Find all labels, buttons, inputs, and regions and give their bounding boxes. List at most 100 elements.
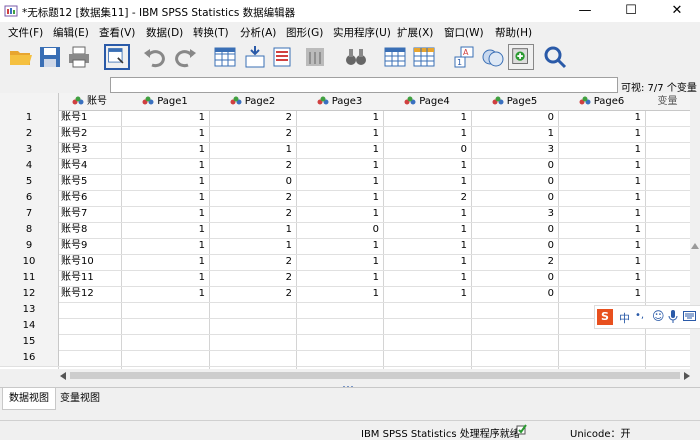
table-cell[interactable] bbox=[383, 334, 471, 350]
table-cell[interactable]: 0 bbox=[471, 158, 558, 174]
table-cell[interactable]: 1 bbox=[383, 174, 471, 190]
table-cell[interactable]: 1 bbox=[558, 190, 645, 206]
table-cell[interactable] bbox=[296, 334, 383, 350]
table-cell[interactable]: 1 bbox=[121, 190, 209, 206]
table-cell[interactable]: 1 bbox=[383, 110, 471, 126]
table-cell[interactable]: 1 bbox=[558, 270, 645, 286]
table-cell[interactable]: 0 bbox=[383, 142, 471, 158]
table-cell[interactable] bbox=[558, 350, 645, 366]
row-number[interactable]: 16 bbox=[0, 350, 59, 366]
table-cell[interactable]: 0 bbox=[471, 222, 558, 238]
table-cell[interactable]: 1 bbox=[121, 206, 209, 222]
table-cell[interactable] bbox=[58, 302, 121, 318]
menu-extensions[interactable]: 扩展(X) bbox=[397, 25, 433, 40]
close-button[interactable]: ✕ bbox=[654, 0, 700, 22]
table-cell[interactable] bbox=[471, 350, 558, 366]
table-cell[interactable] bbox=[296, 302, 383, 318]
table-cell[interactable]: 1 bbox=[383, 206, 471, 222]
table-cell[interactable]: 2 bbox=[471, 254, 558, 270]
print-icon[interactable] bbox=[66, 44, 92, 70]
table-cell[interactable] bbox=[209, 350, 296, 366]
row-number[interactable]: 8 bbox=[0, 222, 59, 238]
table-cell[interactable] bbox=[209, 334, 296, 350]
table-cell[interactable]: 1 bbox=[296, 142, 383, 158]
maximize-button[interactable]: ☐ bbox=[608, 0, 654, 22]
insert-cases-icon[interactable] bbox=[382, 44, 408, 70]
ime-keyboard-icon[interactable] bbox=[683, 311, 696, 321]
column-header-page4[interactable]: Page4 bbox=[383, 93, 471, 110]
table-cell[interactable]: 账号11 bbox=[58, 270, 121, 286]
table-cell[interactable]: 1 bbox=[121, 110, 209, 126]
table-cell[interactable]: 账号1 bbox=[58, 110, 121, 126]
table-cell[interactable]: 1 bbox=[121, 158, 209, 174]
row-number[interactable]: 1 bbox=[0, 110, 59, 126]
table-cell[interactable]: 1 bbox=[296, 126, 383, 142]
table-cell[interactable]: 1 bbox=[296, 158, 383, 174]
column-header-page3[interactable]: Page3 bbox=[296, 93, 383, 110]
table-cell[interactable] bbox=[209, 318, 296, 334]
row-number[interactable]: 13 bbox=[0, 302, 59, 318]
table-cell[interactable] bbox=[383, 302, 471, 318]
value-labels-icon[interactable]: A1 bbox=[452, 44, 478, 70]
table-cell[interactable]: 1 bbox=[296, 254, 383, 270]
table-cell[interactable] bbox=[471, 318, 558, 334]
table-cell[interactable]: 账号5 bbox=[58, 174, 121, 190]
row-number[interactable]: 10 bbox=[0, 254, 59, 270]
menu-transform[interactable]: 转换(T) bbox=[193, 25, 229, 40]
table-cell[interactable]: 1 bbox=[121, 222, 209, 238]
table-cell[interactable]: 账号8 bbox=[58, 222, 121, 238]
table-cell[interactable]: 1 bbox=[558, 174, 645, 190]
search-icon[interactable] bbox=[542, 44, 568, 70]
table-cell[interactable]: 2 bbox=[209, 270, 296, 286]
scroll-thumb[interactable] bbox=[70, 372, 680, 379]
scroll-left-icon[interactable] bbox=[60, 372, 66, 380]
table-cell[interactable]: 账号10 bbox=[58, 254, 121, 270]
table-cell[interactable]: 1 bbox=[121, 254, 209, 270]
horizontal-scrollbar[interactable] bbox=[0, 369, 700, 383]
tab-data-view[interactable]: 数据视图 bbox=[2, 388, 56, 410]
table-cell[interactable]: 0 bbox=[471, 270, 558, 286]
table-cell[interactable] bbox=[121, 302, 209, 318]
table-cell[interactable]: 0 bbox=[296, 222, 383, 238]
column-header-var[interactable]: 变量 bbox=[645, 93, 690, 110]
table-cell[interactable]: 1 bbox=[296, 174, 383, 190]
cell-value-input[interactable] bbox=[110, 77, 618, 93]
table-cell[interactable]: 账号2 bbox=[58, 126, 121, 142]
menu-analyze[interactable]: 分析(A) bbox=[240, 25, 276, 40]
row-number[interactable]: 11 bbox=[0, 270, 59, 286]
insert-variable-icon[interactable] bbox=[411, 44, 437, 70]
table-cell[interactable]: 1 bbox=[209, 222, 296, 238]
table-cell[interactable]: 1 bbox=[383, 286, 471, 302]
column-header-page2[interactable]: Page2 bbox=[209, 93, 296, 110]
menu-data[interactable]: 数据(D) bbox=[146, 25, 183, 40]
table-cell[interactable]: 账号9 bbox=[58, 238, 121, 254]
table-cell[interactable]: 1 bbox=[558, 222, 645, 238]
row-number[interactable]: 4 bbox=[0, 158, 59, 174]
table-cell[interactable]: 账号12 bbox=[58, 286, 121, 302]
scroll-right-icon[interactable] bbox=[684, 372, 690, 380]
table-cell[interactable]: 1 bbox=[121, 286, 209, 302]
table-cell[interactable] bbox=[471, 302, 558, 318]
row-number[interactable]: 12 bbox=[0, 286, 59, 302]
row-number[interactable]: 2 bbox=[0, 126, 59, 142]
table-cell[interactable]: 1 bbox=[296, 286, 383, 302]
table-cell[interactable] bbox=[383, 350, 471, 366]
table-cell[interactable]: 2 bbox=[209, 190, 296, 206]
table-cell[interactable]: 账号4 bbox=[58, 158, 121, 174]
table-cell[interactable]: 0 bbox=[471, 190, 558, 206]
table-cell[interactable] bbox=[471, 334, 558, 350]
table-cell[interactable]: 1 bbox=[296, 206, 383, 222]
minimize-button[interactable]: — bbox=[562, 0, 608, 22]
goto-variable-icon[interactable] bbox=[242, 44, 268, 70]
table-cell[interactable]: 1 bbox=[209, 238, 296, 254]
table-cell[interactable]: 账号3 bbox=[58, 142, 121, 158]
table-cell[interactable] bbox=[58, 318, 121, 334]
table-cell[interactable] bbox=[58, 350, 121, 366]
table-cell[interactable]: 1 bbox=[558, 110, 645, 126]
menu-view[interactable]: 查看(V) bbox=[99, 25, 135, 40]
row-number[interactable]: 15 bbox=[0, 334, 59, 350]
column-header-page5[interactable]: Page5 bbox=[471, 93, 558, 110]
data-grid[interactable]: 账号 Page1 Page2 Page3 Page4 Page5 Page6 变… bbox=[0, 93, 690, 369]
menu-window[interactable]: 窗口(W) bbox=[444, 25, 484, 40]
row-number[interactable]: 5 bbox=[0, 174, 59, 190]
